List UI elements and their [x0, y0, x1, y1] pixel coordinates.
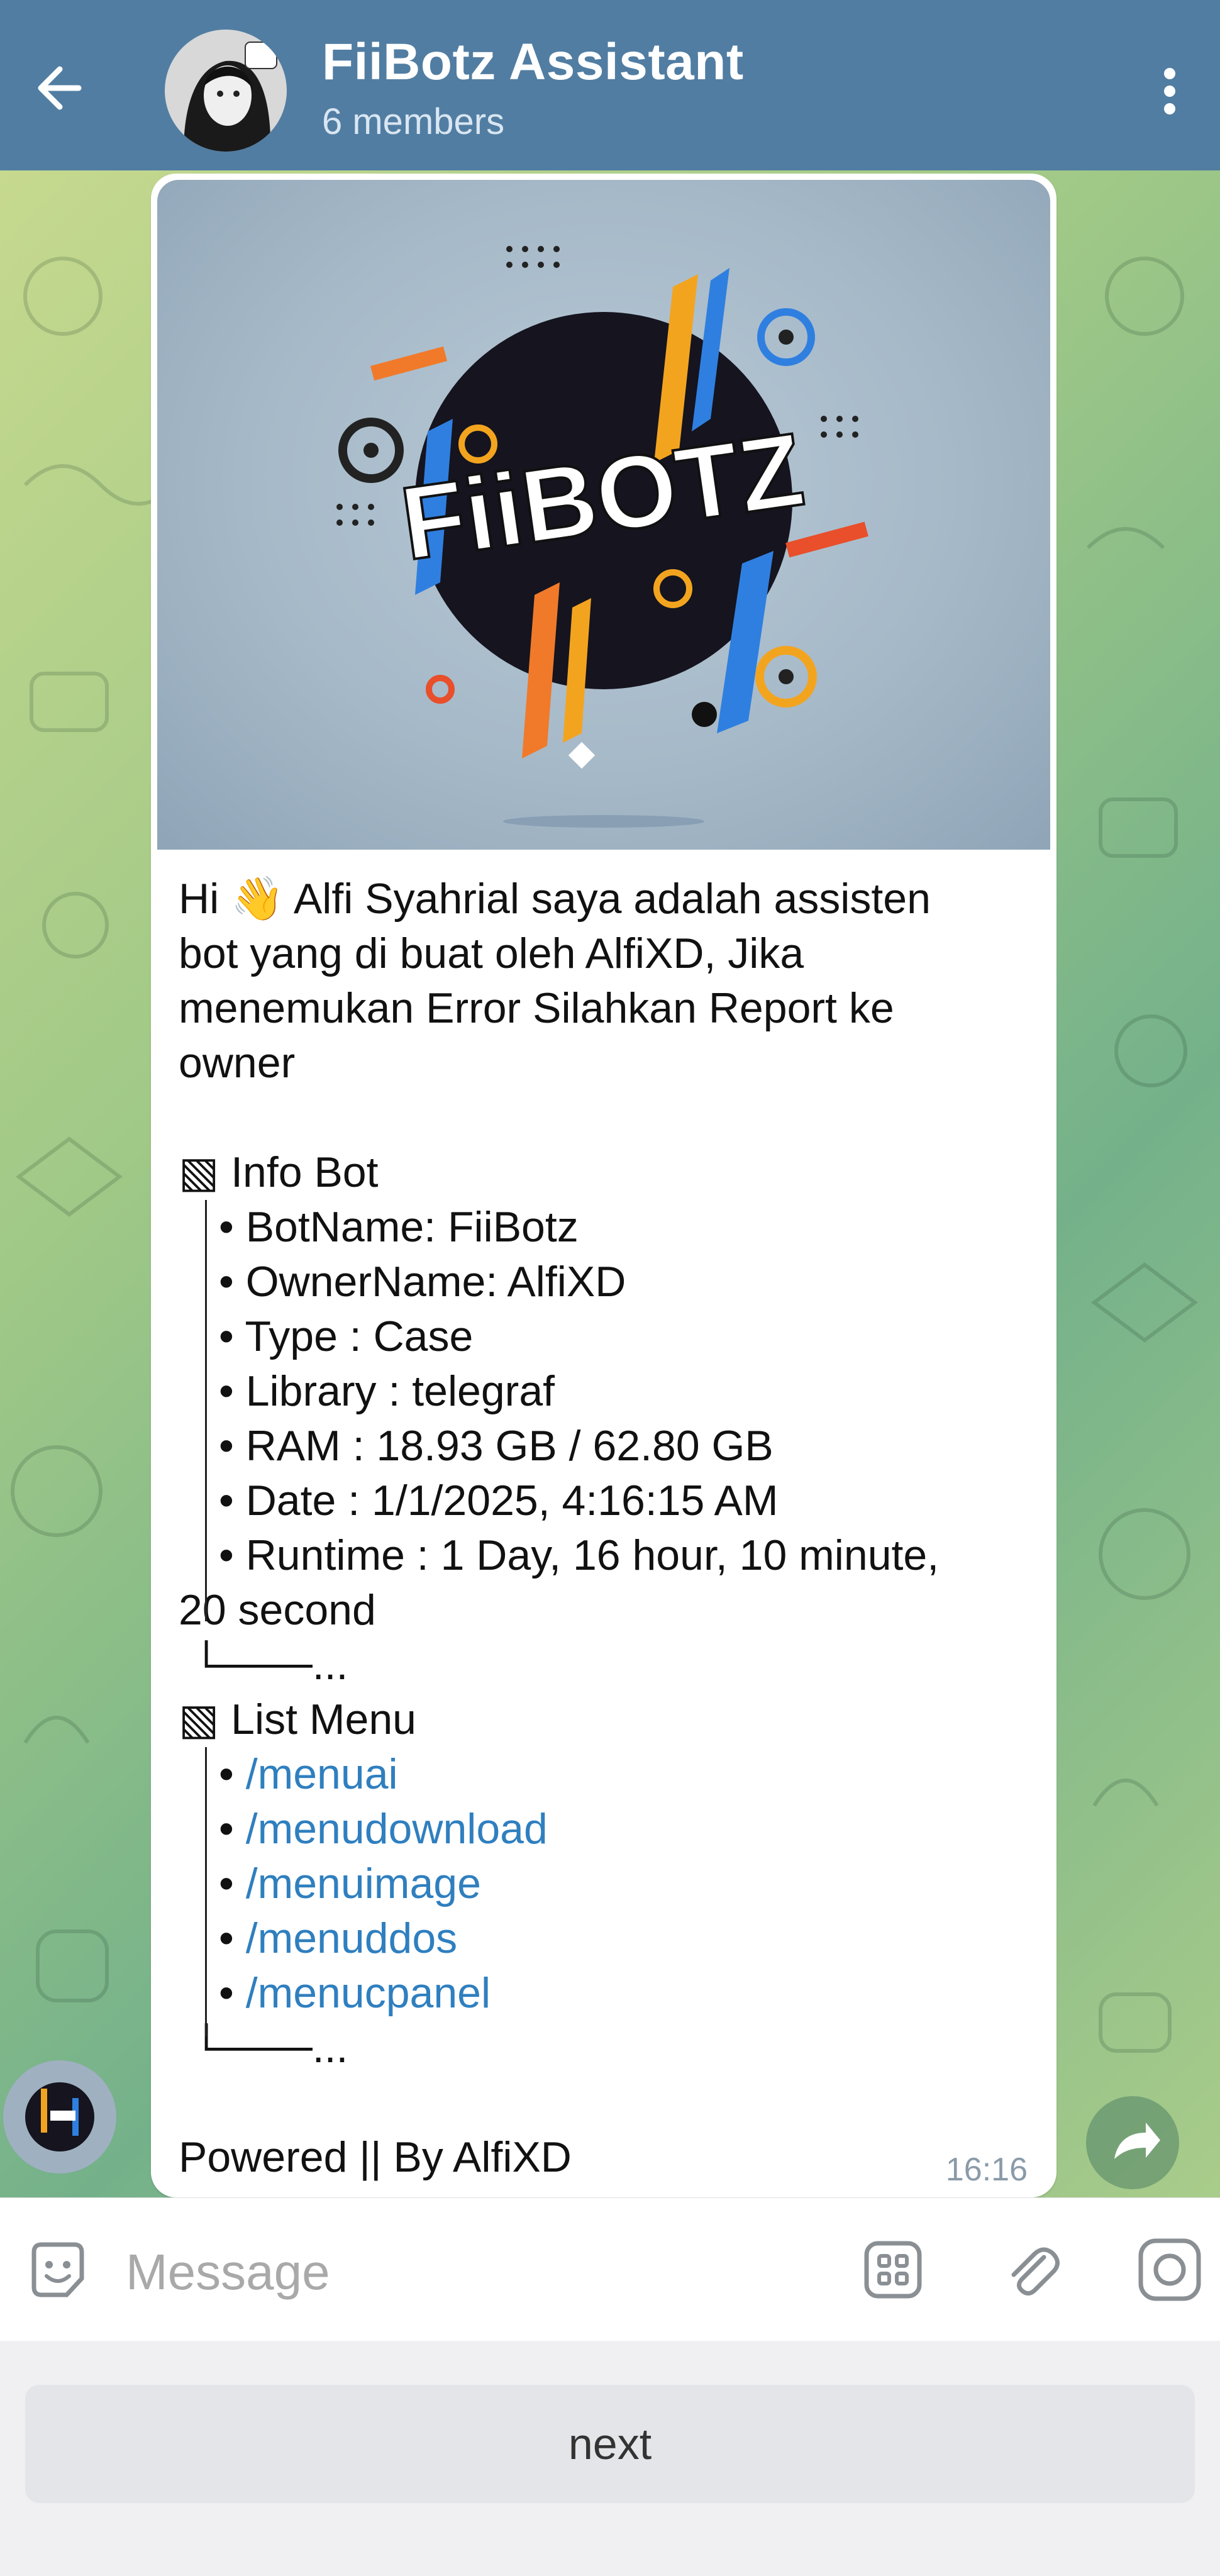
bot-avatar[interactable]: [3, 2060, 116, 2174]
share-forward-icon[interactable]: [1086, 2096, 1179, 2189]
info-list: • BotName: FiiBotz • OwnerName: AlfiXD •…: [179, 1200, 1046, 1692]
greeting-line: owner: [179, 1039, 296, 1087]
info-item: • RAM : 18.93 GB / 62.80 GB: [219, 1422, 774, 1470]
menu-item: • /menuddos: [219, 1914, 458, 1962]
info-item: • Runtime : 1 Day, 16 hour, 10 minute,: [219, 1531, 940, 1579]
menu-link-menucpanel[interactable]: /menucpanel: [246, 1969, 491, 2017]
message-time: 16:16: [945, 2151, 1028, 2188]
menu-heading: ▧ List Menu: [179, 1696, 416, 1743]
info-heading: ▧ Info Bot: [179, 1148, 379, 1196]
member-count: 6 members: [322, 101, 505, 142]
bot-reply-keyboard: next: [0, 2341, 1220, 2576]
menu-link-menuai[interactable]: /menuai: [246, 1750, 398, 1798]
camera-icon[interactable]: [1134, 2235, 1205, 2305]
more-vertical-icon[interactable]: [1145, 60, 1195, 123]
next-button[interactable]: next: [25, 2385, 1195, 2503]
group-avatar[interactable]: [165, 30, 287, 152]
bot-keyboard-icon[interactable]: [858, 2235, 928, 2305]
info-item: • OwnerName: AlfiXD: [219, 1258, 626, 1306]
menu-tree-end: └───...: [191, 2024, 348, 2072]
message-input-bar: Message: [0, 2197, 1220, 2341]
info-tree-end: └───...: [191, 1641, 348, 1689]
footer-text: Powered || By AlfiXD: [179, 2133, 572, 2181]
menu-list: • /menuai • /menudownload • /menuimage •…: [179, 1747, 1046, 2075]
menu-item: • /menuimage: [219, 1860, 481, 1907]
menu-link-menuimage[interactable]: /menuimage: [246, 1860, 481, 1907]
message-text: Hi 👋 Alfi Syahrial saya adalah assisten …: [179, 872, 1046, 2185]
menu-item: • /menudownload: [219, 1805, 548, 1853]
menu-item: • /menucpanel: [219, 1969, 491, 2017]
greeting-line: Hi 👋 Alfi Syahrial saya adalah assisten: [179, 875, 931, 923]
info-item: • Library : telegraf: [219, 1367, 555, 1415]
chat-area[interactable]: FiiBOTZ Hi 👋 Alfi Syahrial saya adalah a…: [0, 170, 1220, 2197]
menu-item: • /menuai: [219, 1750, 398, 1798]
greeting-line: bot yang di buat oleh AlfiXD, Jika: [179, 930, 804, 977]
menu-link-menuddos[interactable]: /menuddos: [246, 1914, 457, 1962]
info-item: • Date : 1/1/2025, 4:16:15 AM: [219, 1477, 779, 1524]
message-input[interactable]: Message: [126, 2243, 330, 2301]
chat-title[interactable]: FiiBotz Assistant: [322, 33, 744, 92]
greeting-line: menemukan Error Silahkan Report ke: [179, 984, 894, 1032]
emoji-sticker-icon[interactable]: [23, 2235, 93, 2305]
info-item: • Type : Case: [219, 1313, 474, 1360]
chat-header: FiiBotz Assistant 6 members: [0, 0, 1220, 170]
back-arrow-icon[interactable]: [25, 53, 94, 123]
fiibotz-banner-image[interactable]: FiiBOTZ: [157, 180, 1050, 850]
menu-link-menudownload[interactable]: /menudownload: [246, 1805, 548, 1853]
attach-paperclip-icon[interactable]: [996, 2235, 1067, 2305]
info-item: • BotName: FiiBotz: [219, 1203, 579, 1251]
message-bubble[interactable]: FiiBOTZ Hi 👋 Alfi Syahrial saya adalah a…: [151, 174, 1056, 2197]
info-item-wrap: 20 second: [179, 1586, 376, 1634]
